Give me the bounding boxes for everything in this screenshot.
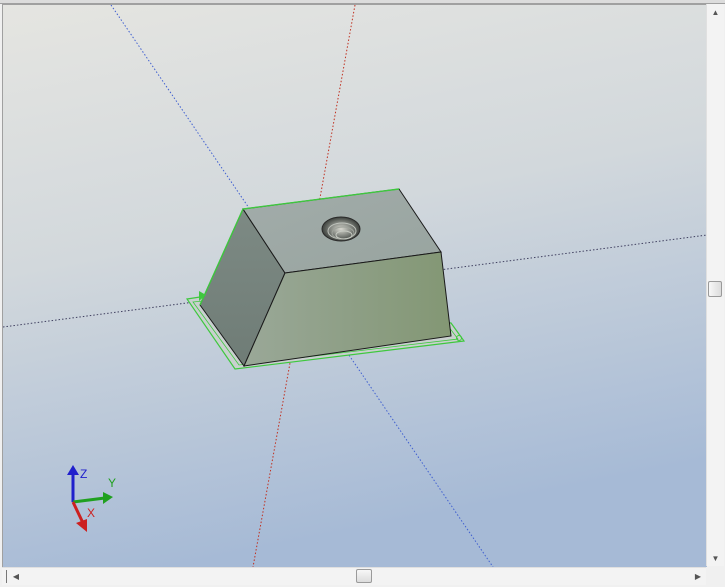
scroll-left-edge-mark [6, 570, 7, 583]
horizontal-scrollbar[interactable]: ◀ ▶ [2, 567, 706, 585]
scroll-right-icon[interactable]: ▶ [690, 568, 706, 585]
horizontal-scroll-thumb[interactable] [356, 569, 372, 583]
scroll-left-icon[interactable]: ◀ [8, 568, 24, 585]
vertical-scroll-thumb[interactable] [708, 281, 722, 297]
vertical-scrollbar[interactable]: ▲ ▼ [706, 4, 724, 566]
scrollbar-corner [706, 567, 725, 587]
triad-z-label: Z [80, 467, 87, 481]
threaded-hole[interactable] [321, 216, 361, 242]
triad-y-label: Y [108, 476, 116, 490]
triad-x-label: X [87, 506, 95, 520]
3d-viewport[interactable]: Z Y X [2, 4, 707, 567]
scroll-down-icon[interactable]: ▼ [707, 550, 724, 566]
cad-window: Z Y X ▲ ▼ ◀ ▶ [0, 0, 725, 587]
scroll-up-icon[interactable]: ▲ [707, 4, 724, 20]
